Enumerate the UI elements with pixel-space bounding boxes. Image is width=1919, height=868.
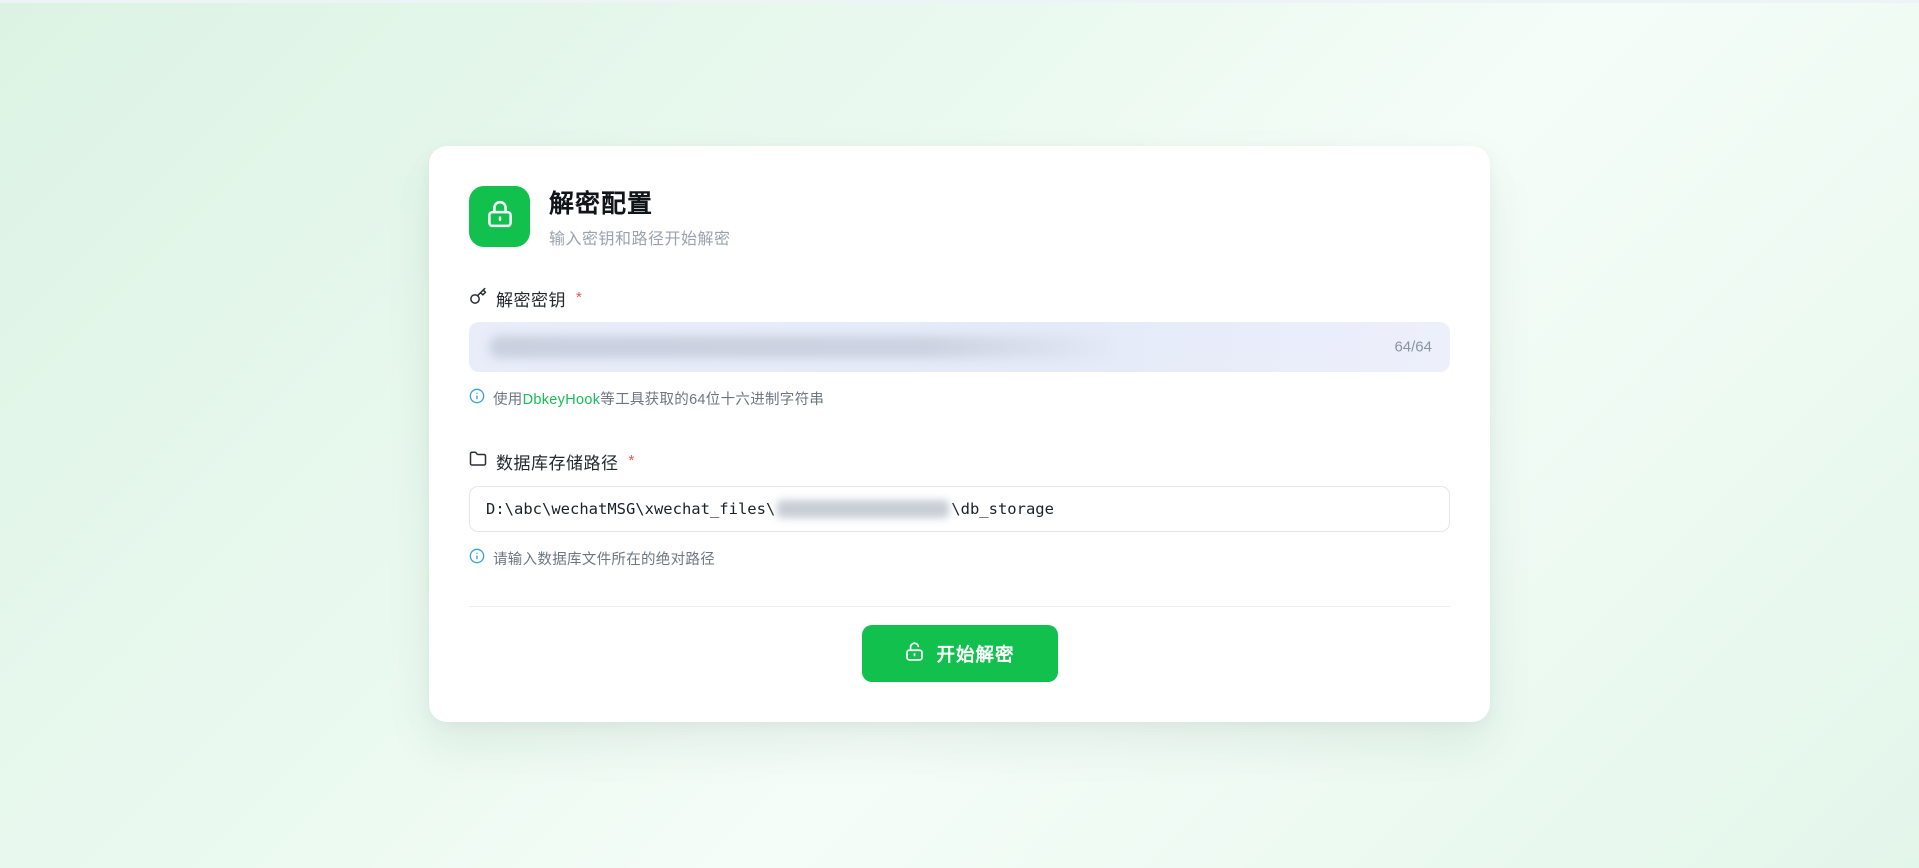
divider [469, 606, 1450, 607]
lock-badge [469, 186, 530, 247]
dbkeyhook-link[interactable]: DbkeyHook [523, 392, 601, 408]
path-value-prefix: D:\abc\wechatMSG\xwechat_files\ [486, 500, 775, 518]
card-header: 解密配置 输入密钥和路径开始解密 [469, 186, 1450, 249]
info-icon [469, 388, 485, 409]
unlock-icon [904, 641, 925, 667]
path-input[interactable]: D:\abc\wechatMSG\xwechat_files\ \db_stora… [469, 486, 1450, 532]
path-required-asterisk: * [629, 452, 635, 469]
path-value-suffix: \db_storage [951, 500, 1054, 518]
info-icon [469, 548, 485, 569]
decrypt-config-card: 解密配置 输入密钥和路径开始解密 解密密钥 * 64/64 [429, 146, 1490, 722]
lock-icon [485, 199, 515, 234]
decrypt-button-label: 开始解密 [936, 641, 1014, 667]
page-title: 解密配置 [549, 189, 731, 219]
window-top-edge [0, 0, 1919, 3]
path-redacted-segment [777, 500, 949, 518]
key-help-suffix: 等工具获取的64位十六进制字符串 [600, 392, 824, 408]
path-help-row: 请输入数据库文件所在的绝对路径 [469, 548, 1450, 569]
key-help-row: 使用DbkeyHook等工具获取的64位十六进制字符串 [469, 388, 1450, 409]
button-row: 开始解密 [469, 625, 1450, 682]
key-help-prefix: 使用 [493, 392, 523, 408]
key-length-counter: 64/64 [1394, 339, 1432, 356]
key-field-label-row: 解密密钥 * [469, 286, 1450, 311]
path-field-label-row: 数据库存储路径 * [469, 449, 1450, 474]
key-redacted-value [489, 336, 1119, 358]
decrypt-button[interactable]: 开始解密 [862, 625, 1058, 682]
key-field-section: 解密密钥 * 64/64 使用DbkeyHook等工具获取的64位十六进制字符串 [469, 286, 1450, 409]
page-subtitle: 输入密钥和路径开始解密 [549, 225, 731, 249]
key-help-text: 使用DbkeyHook等工具获取的64位十六进制字符串 [493, 388, 824, 409]
path-field-section: 数据库存储路径 * D:\abc\wechatMSG\xwechat_files… [469, 449, 1450, 569]
key-required-asterisk: * [576, 289, 582, 306]
path-help-text: 请输入数据库文件所在的绝对路径 [493, 548, 715, 569]
path-field-label: 数据库存储路径 [496, 449, 619, 474]
key-input[interactable]: 64/64 [469, 322, 1450, 372]
header-text: 解密配置 输入密钥和路径开始解密 [549, 186, 731, 249]
folder-icon [469, 450, 487, 473]
key-field-label: 解密密钥 [496, 286, 566, 311]
key-icon [469, 287, 487, 310]
